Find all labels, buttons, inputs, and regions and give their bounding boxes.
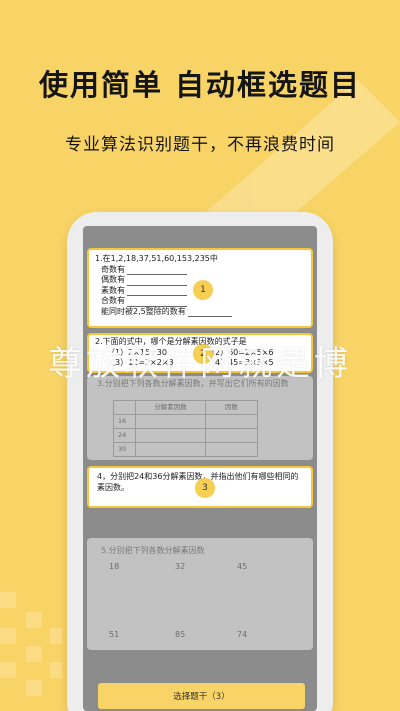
selection-badge-1[interactable]: 1 <box>193 280 213 300</box>
column-header-factor: 分解素因数 <box>135 400 206 415</box>
factor-table: 分解素因数 因数 16 24 30 <box>113 400 258 457</box>
number-item: 18 <box>109 562 120 571</box>
number-item: 85 <box>175 630 186 639</box>
table-row: 24 <box>113 428 258 443</box>
bg-decor-square <box>50 628 62 644</box>
table-row: 16 <box>113 414 258 429</box>
question-title: 5.分别把下列各数分解素因数 <box>101 546 205 555</box>
select-question-button[interactable]: 选择题干（3） <box>98 683 305 709</box>
number-item: 45 <box>237 562 248 571</box>
bg-decor-square <box>0 592 16 608</box>
question-card-1[interactable]: 1.在1,2,18,37,51,60,153,235中 奇数有 偶数有 素数有 … <box>87 248 313 328</box>
question-card-3[interactable]: 3.分别把下列各数分解素因数，并写出它们所有的因数 分解素因数 因数 16 24… <box>87 376 313 460</box>
promo-headline: 使用简单 自动框选题目 <box>38 68 362 102</box>
question-card-5[interactable]: 5.分别把下列各数分解素因数 18 32 45 51 85 74 <box>87 538 313 650</box>
bg-decor-square <box>26 612 42 628</box>
selection-badge-3[interactable]: 3 <box>195 478 215 498</box>
watermark-text: 尊放软件网就是博 <box>48 344 352 384</box>
promo-subline: 专业算法识别题干，不再浪费时间 <box>65 135 335 155</box>
column-header-divisors: 因数 <box>205 400 258 415</box>
bg-decor-square <box>0 628 16 644</box>
bg-decor-square <box>50 662 62 678</box>
bg-decor-square <box>26 680 42 696</box>
bg-decor-square <box>0 662 16 678</box>
number-item: 74 <box>237 630 248 639</box>
answer-line-odd: 奇数有 <box>95 265 305 275</box>
table-row: 30 <box>113 442 258 457</box>
number-item: 32 <box>175 562 186 571</box>
answer-line-divisible: 能同时被2,5整除的数有 <box>95 307 305 317</box>
question-title: 1.在1,2,18,37,51,60,153,235中 <box>95 254 218 263</box>
number-item: 51 <box>109 630 120 639</box>
bg-decor-square <box>26 646 42 662</box>
question-card-4[interactable]: 4，分别把24和36分解素因数，并指出他们有哪些相同的素因数。 3 <box>87 466 313 508</box>
phone-screen: 1.在1,2,18,37,51,60,153,235中 奇数有 偶数有 素数有 … <box>83 226 317 711</box>
